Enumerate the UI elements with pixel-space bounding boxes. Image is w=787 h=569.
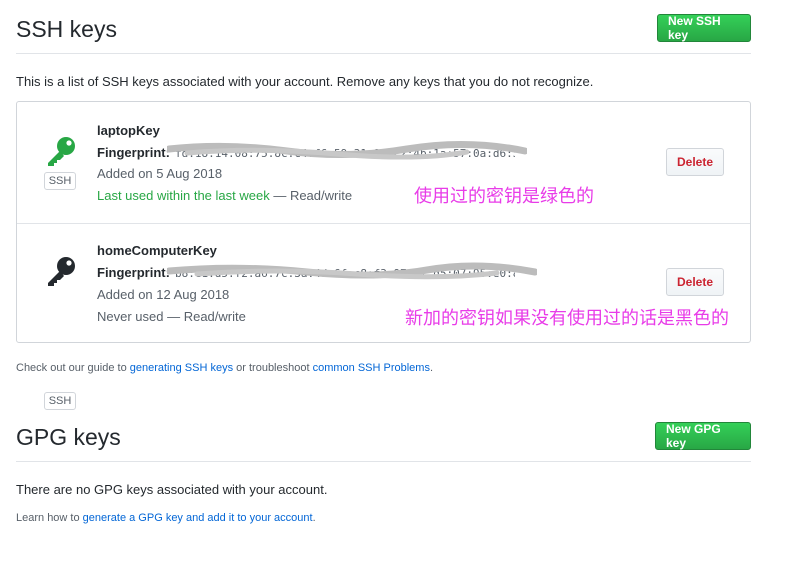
key-added-date: Added on 5 Aug 2018: [97, 166, 223, 181]
new-gpg-key-button[interactable]: New GPG key: [655, 422, 751, 450]
access-text: — Read/write: [269, 188, 353, 203]
annotation-green-note: 使用过的密钥是绿色的: [414, 186, 594, 207]
guide-middle: or troubleshoot: [233, 362, 313, 374]
key-usage: Never used — Read/write: [97, 309, 246, 324]
ssh-guide-text: Check out our guide to generating SSH ke…: [16, 362, 433, 374]
delete-home-key-button[interactable]: Delete: [666, 268, 724, 296]
common-ssh-problems-link[interactable]: common SSH Problems: [313, 362, 430, 374]
gpg-empty-text: There are no GPG keys associated with yo…: [16, 482, 328, 497]
access-text: — Read/write: [163, 309, 246, 324]
guide-prefix: Check out our guide to: [16, 362, 130, 374]
key-title: laptopKey: [97, 123, 160, 138]
generating-ssh-keys-link[interactable]: generating SSH keys: [130, 362, 233, 374]
last-used-text: Never used: [97, 309, 164, 324]
fingerprint-value: b8:e1:d5:f2:a6:7c:3a:4d:6f:c8:f3:97:a7:d…: [175, 267, 515, 280]
ssh-badge: SSH: [44, 172, 76, 190]
ssh-key-row-laptop: SSH laptopKey Fingerprint: fd:18:14:08:7…: [17, 102, 750, 223]
guide-suffix: .: [429, 362, 434, 374]
ssh-intro-text: This is a list of SSH keys associated wi…: [16, 74, 594, 89]
gpg-learn-text: Learn how to generate a GPG key and add …: [16, 512, 316, 524]
gpg-heading-divider: [16, 461, 751, 462]
key-icon: [48, 257, 75, 286]
key-added-date: Added on 12 Aug 2018: [97, 287, 230, 302]
fingerprint-value: fd:18:14:08:75:8c:c4:f6:59:31:9d:c2:4b:1…: [175, 147, 515, 160]
key-icon: [48, 137, 75, 166]
generate-gpg-key-link[interactable]: generate a GPG key and add it to your ac…: [83, 512, 313, 524]
learn-prefix: Learn how to: [16, 512, 83, 524]
fingerprint-label: Fingerprint:: [97, 265, 170, 280]
delete-laptop-key-button[interactable]: Delete: [666, 148, 724, 176]
annotation-black-note: 新加的密钥如果没有使用过的话是黑色的: [405, 308, 729, 329]
ssh-keys-heading: SSH keys: [16, 16, 117, 42]
ssh-badge: SSH: [44, 392, 76, 410]
new-ssh-key-button[interactable]: New SSH key: [657, 14, 751, 42]
learn-suffix: .: [312, 512, 316, 524]
ssh-heading-divider: [16, 53, 751, 54]
key-usage: Last used within the last week — Read/wr…: [97, 188, 352, 203]
key-title: homeComputerKey: [97, 243, 217, 258]
last-used-text: Last used within the last week: [97, 188, 270, 203]
fingerprint-label: Fingerprint:: [97, 145, 170, 160]
gpg-keys-heading: GPG keys: [16, 424, 121, 450]
